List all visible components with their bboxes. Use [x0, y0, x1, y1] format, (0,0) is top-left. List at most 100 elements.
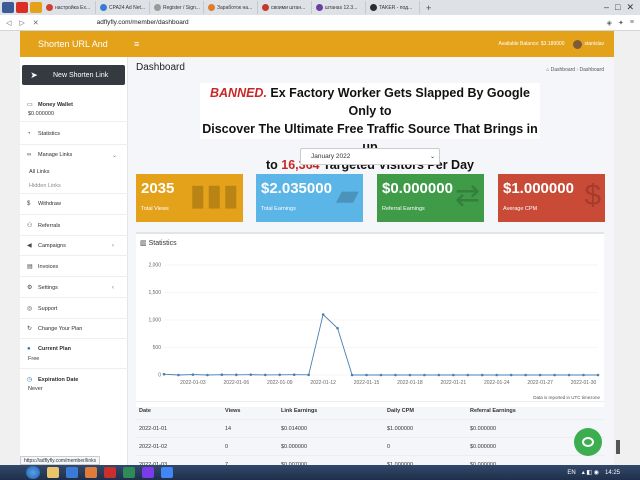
y-tick-label: 500 [153, 345, 162, 351]
sidebar-item-referrals[interactable]: ⚇ Referrals [27, 222, 60, 230]
x-tick-label: 2022-01-03 [180, 380, 206, 386]
chat-button[interactable] [574, 428, 602, 456]
wallet-icon: ▭ [27, 102, 33, 108]
minimize-button[interactable]: – [604, 2, 609, 13]
x-tick-label: 2022-01-18 [397, 380, 423, 386]
divider [20, 144, 128, 145]
close-window-button[interactable]: ✕ [626, 2, 634, 13]
sidebar-item-settings[interactable]: ⚙ Settings ‹ [27, 284, 114, 292]
browser-tab[interactable]: Заработок на... [206, 1, 258, 14]
data-point [567, 373, 571, 377]
data-point [437, 373, 441, 377]
browser-tab-strip: настройка Ex... CPA24 Ad Net... Register… [0, 0, 640, 15]
language-indicator[interactable]: EN [567, 470, 575, 476]
table-row: 2022-01-02 0 $0.000000 0 $0.000000 [136, 437, 604, 455]
sidebar-item-money-wallet: ▭ Money Wallet [27, 101, 73, 109]
expiration-date-label: ◷ Expiration Date [27, 376, 79, 384]
app-icon[interactable] [142, 467, 154, 478]
excel-icon[interactable] [123, 467, 135, 478]
data-point [538, 373, 542, 377]
maximize-button[interactable]: □ [615, 2, 620, 13]
breadcrumb-current: Dashboard [579, 67, 604, 73]
cell-views: 0 [225, 444, 229, 450]
x-tick-label: 2022-01-12 [310, 380, 336, 386]
browser-tab[interactable]: штанах 12.3... [314, 1, 366, 14]
new-tab-button[interactable]: + [426, 3, 431, 13]
refresh-icon: ↻ [27, 326, 33, 332]
sidebar-item-campaigns[interactable]: ◀ Campaigns ‹ [27, 242, 114, 250]
shield-icon[interactable]: ◈ [607, 19, 612, 27]
browser-icon[interactable] [104, 467, 116, 478]
main-content: Dashboard ⌂ Dashboard › Dashboard BANNED… [128, 57, 614, 468]
data-point [509, 373, 513, 377]
extension-icon[interactable]: ✦ [618, 19, 624, 27]
statistics-line-chart[interactable]: 0 500 1,000 1,500 2,000 2022-01-03 2022-01-06 2… [136, 234, 604, 394]
col-header-daily-cpm: Daily CPM [387, 408, 414, 414]
vk-icon[interactable] [2, 2, 14, 13]
col-header-referral-earnings: Referral Earnings [470, 408, 516, 414]
explorer-icon[interactable] [47, 467, 59, 478]
back-icon[interactable]: ◁ [6, 19, 11, 27]
sidebar-item-invoices[interactable]: ▤ Invoices [27, 263, 58, 271]
bullhorn-icon: ◀ [27, 243, 32, 249]
dashboard-icon: ◔ [27, 131, 31, 137]
divider [20, 276, 128, 277]
ad-banner[interactable]: BANNED. Ex Factory Worker Gets Slapped B… [200, 83, 540, 172]
window-controls: – □ ✕ [604, 2, 640, 13]
timezone-note: Data is reported in UTC timezone [533, 395, 600, 400]
chevron-down-icon: ⌄ [112, 152, 118, 159]
cell-date: 2022-01-02 [139, 444, 168, 450]
browser-tab[interactable]: своими штан... [260, 1, 312, 14]
ie-icon[interactable] [66, 467, 78, 478]
sidebar-item-change-plan[interactable]: ↻ Change Your Plan [27, 325, 82, 333]
avatar[interactable] [572, 39, 582, 49]
browser-tab[interactable]: TAKER - под... [368, 1, 420, 14]
scrollbar-thumb[interactable] [616, 440, 620, 454]
data-point [452, 373, 455, 377]
browser-tab[interactable]: настройка Ex... [44, 1, 96, 14]
data-point [321, 313, 325, 316]
tray-icons[interactable]: ▴ ◧ ◉ [582, 469, 599, 476]
stop-icon[interactable]: ✕ [33, 19, 39, 27]
current-plan-value: Free [28, 356, 40, 362]
clock-icon: ◷ [27, 377, 33, 383]
sidebar-item-manage-links[interactable]: ∞ Manage Links ⌄ [27, 152, 117, 159]
start-button[interactable] [26, 466, 40, 479]
username[interactable]: stanislav [585, 41, 604, 47]
data-point [162, 372, 166, 376]
menu-icon[interactable]: ≡ [630, 19, 634, 27]
media-icon[interactable] [85, 467, 97, 478]
gmail-icon[interactable] [16, 2, 28, 13]
browser-tab[interactable]: CPA24 Ad Net... [98, 1, 150, 14]
browser-tab[interactable]: Register / Sign... [152, 1, 204, 14]
brand-logo[interactable]: Shorten URL And [20, 39, 128, 49]
wallet-icon: ▰ [335, 179, 359, 212]
sidebar-subitem-hidden-links[interactable]: Hidden Links [29, 183, 61, 189]
lifebuoy-icon: ◎ [27, 306, 33, 312]
clock[interactable]: 14:25 [605, 470, 620, 476]
chrome-icon[interactable] [161, 467, 173, 478]
data-point [191, 373, 195, 376]
sidebar-subitem-all-links[interactable]: All Links [29, 169, 49, 175]
series-line [163, 313, 598, 376]
sidebar-item-withdraw[interactable]: $ Withdraw [27, 201, 61, 207]
sidebar-item-statistics[interactable]: ◔ Statistics [27, 131, 60, 137]
hamburger-icon[interactable]: ≡ [134, 39, 139, 49]
money-wallet-value: $0.000000 [28, 111, 54, 117]
data-point [177, 373, 180, 377]
bookmark-icon[interactable] [30, 2, 42, 13]
new-shorten-link-button[interactable]: ➤ New Shorten Link [22, 65, 125, 85]
sidebar-item-support[interactable]: ◎ Support [27, 305, 57, 313]
month-select[interactable]: January 2022 ⌄ [300, 148, 440, 165]
chevron-left-icon: ‹ [112, 284, 114, 291]
cell-link-earnings: $0.000000 [281, 444, 307, 450]
forward-icon[interactable]: ▷ [19, 19, 24, 27]
breadcrumb-home[interactable]: Dashboard [551, 67, 575, 73]
x-tick-label: 2022-01-30 [571, 380, 597, 386]
data-point [235, 373, 238, 377]
chat-icon [582, 437, 594, 447]
current-plan-label: ● Current Plan [27, 346, 72, 352]
y-tick-label: 0 [158, 373, 161, 379]
url-field[interactable]: adflyfly.com/member/dashboard [97, 19, 189, 26]
data-point [466, 373, 470, 377]
